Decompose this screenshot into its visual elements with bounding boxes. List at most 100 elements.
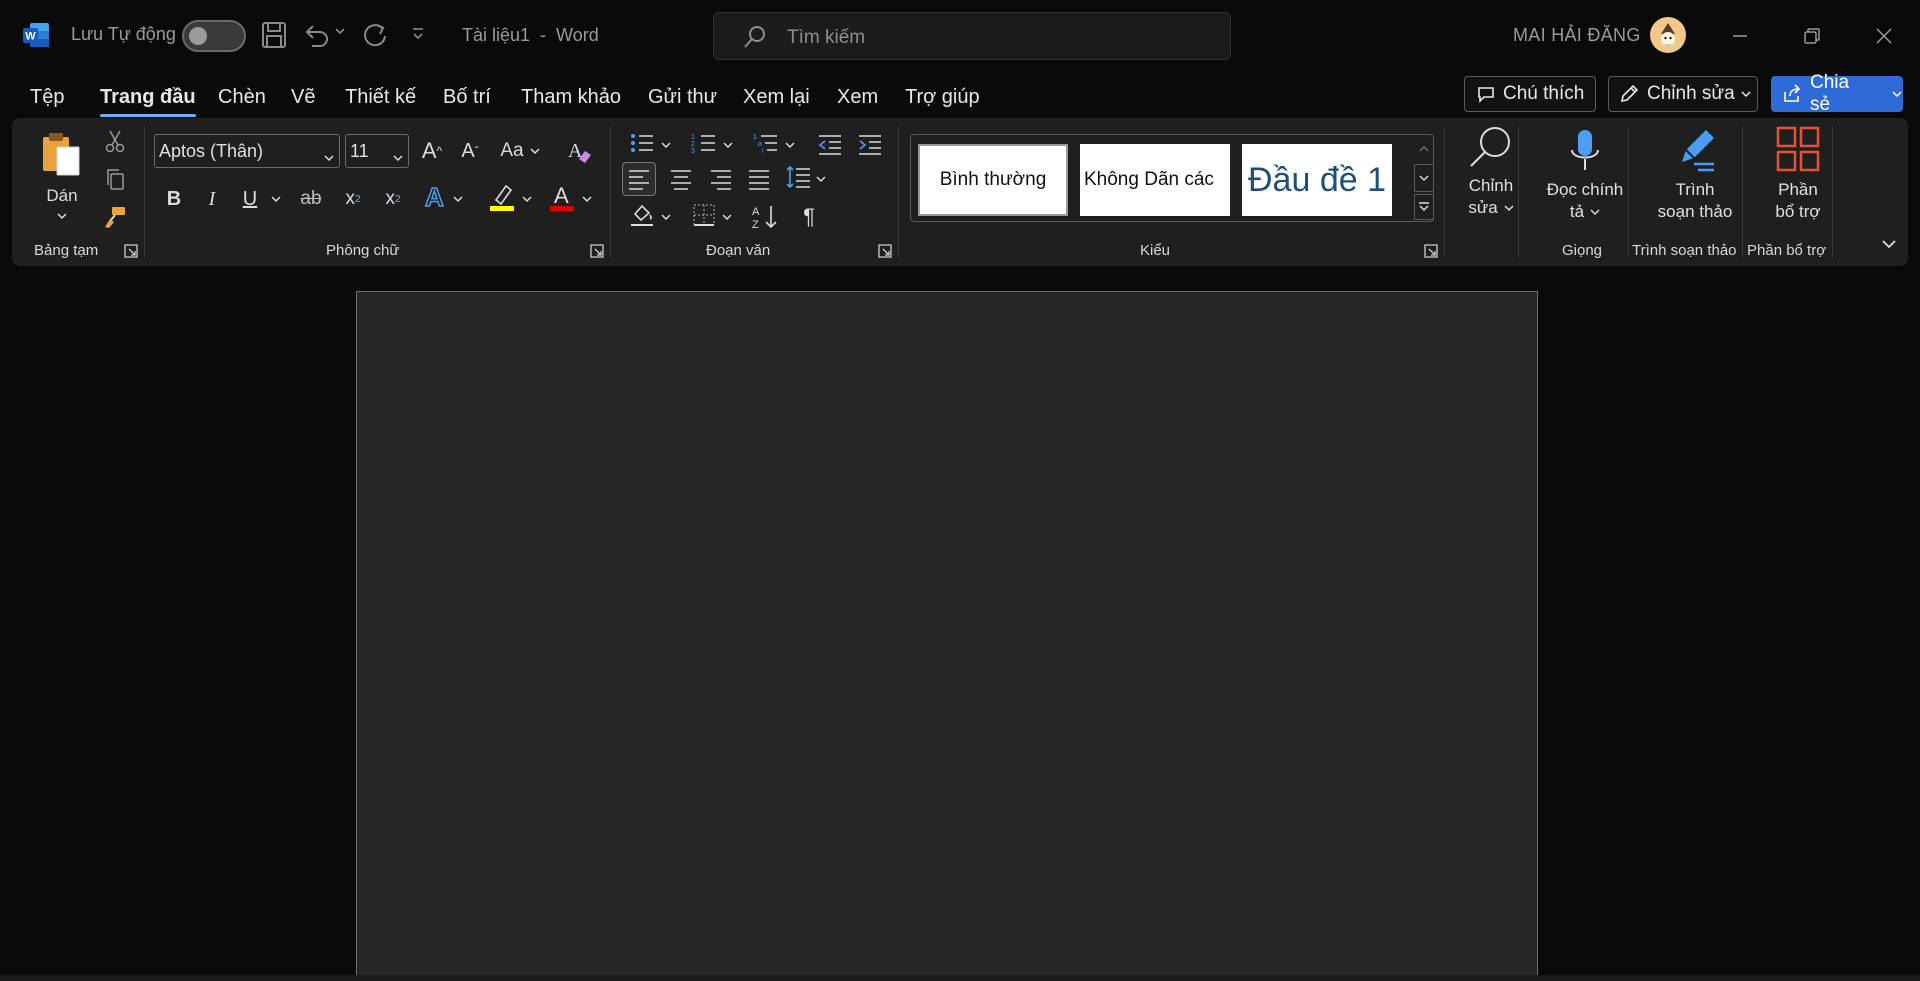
comments-button[interactable]: Chú thích [1464,76,1596,112]
subscript-icon[interactable]: x2 [338,182,368,216]
numbered-list-icon: 123 [691,131,717,160]
tab-draw[interactable]: Vẽ [291,86,315,109]
ribbon-collapse-icon[interactable] [1876,234,1902,254]
highlighter-icon [488,182,516,217]
paste-options-dropdown[interactable] [52,208,72,224]
addins-button[interactable]: Phần bổ trợ [1748,124,1848,236]
tab-design[interactable]: Thiết kế [345,86,416,109]
justify-icon[interactable] [742,162,776,196]
redo-icon[interactable] [360,20,390,50]
underline-dropdown-icon[interactable] [268,182,284,216]
chevron-down-icon [661,141,671,149]
undo-dropdown-icon[interactable] [334,27,346,37]
tab-mailings[interactable]: Gửi thư [648,86,717,109]
dictate-label-row: tả [1570,201,1600,223]
gallery-more-button[interactable] [1414,194,1434,220]
save-icon[interactable] [260,20,288,50]
superscript-icon[interactable]: x2 [378,182,408,216]
paint-bucket-icon [629,202,655,233]
font-color-button[interactable]: A [542,182,598,216]
styles-group-label: Kiểu [1140,242,1171,259]
clear-formatting-icon[interactable]: A [562,134,596,168]
voice-group-label: Giọng [1562,242,1603,259]
shading-button[interactable] [624,200,676,234]
svg-text:1: 1 [691,134,695,141]
addins-label-2: bổ trợ [1775,202,1821,221]
grow-font-icon[interactable]: A ^ [416,134,448,168]
underline-icon[interactable]: U [236,182,264,216]
borders-button[interactable] [686,200,738,234]
tab-review[interactable]: Xem lại [743,86,810,109]
bullets-button[interactable] [624,130,676,160]
italic-icon[interactable]: I [198,182,226,216]
font-name-value: Aptos (Thân) [159,140,264,161]
minimize-button[interactable] [1720,18,1760,54]
restore-button[interactable] [1792,18,1832,54]
change-case-button[interactable]: Aa [496,134,544,168]
font-name-combo[interactable]: Aptos (Thân) [154,134,340,168]
tab-home[interactable]: Trang đầu [100,86,196,117]
chevron-down-icon [816,175,826,183]
share-icon [1782,84,1802,104]
align-right-icon[interactable] [704,162,738,196]
svg-text:A: A [554,183,569,208]
tab-help[interactable]: Trợ giúp [905,86,980,109]
paragraph-launcher-icon[interactable] [878,244,892,258]
bold-icon[interactable]: B [160,182,188,216]
shrink-font-icon[interactable]: Aˇ [454,134,486,168]
align-left-icon[interactable] [622,162,656,196]
style-normal[interactable]: Bình thường [917,143,1069,217]
clipboard-launcher-icon[interactable] [124,244,138,258]
editor-button[interactable]: Trình soạn thảo [1632,124,1758,236]
font-color-icon: A [548,182,576,217]
undo-icon[interactable] [302,20,332,50]
strikethrough-icon[interactable]: ab [296,182,326,216]
numbering-button[interactable]: 123 [686,130,738,160]
svg-text:a: a [758,141,762,148]
share-dropdown-icon[interactable] [1892,90,1902,98]
gallery-scroll-down[interactable] [1414,164,1434,192]
styles-launcher-icon[interactable] [1424,244,1438,258]
copy-icon[interactable] [100,164,130,194]
search-box[interactable]: Tìm kiếm [713,12,1231,60]
cut-icon[interactable] [100,126,130,156]
decrease-indent-icon[interactable] [814,130,846,160]
editor-pen-icon [1670,124,1720,179]
tab-file[interactable]: Tệp [30,86,64,109]
sort-icon[interactable]: AZ [748,200,782,234]
editing-mode-button[interactable]: Chỉnh sửa [1608,76,1758,112]
dictate-button[interactable]: Đọc chính tả [1526,124,1644,236]
active-tab-indicator [100,114,196,117]
autosave-toggle[interactable] [182,20,246,52]
format-painter-icon[interactable] [100,202,130,232]
style-no-spacing[interactable]: Không Dãn các [1080,144,1230,216]
close-button[interactable] [1864,18,1904,54]
font-launcher-icon[interactable] [590,244,604,258]
autosave-label: Lưu Tự động [71,24,176,44]
paste-button[interactable]: Dán [38,126,86,210]
multilevel-list-button[interactable]: 1ai [748,130,800,160]
text-effects-button[interactable]: A [418,181,468,216]
font-size-combo[interactable]: 11 [345,134,409,168]
show-formatting-marks-icon[interactable]: ¶ [792,200,826,234]
increase-indent-icon[interactable] [854,130,886,160]
highlight-color-button[interactable] [482,182,538,216]
tab-insert[interactable]: Chèn [218,86,266,109]
tab-layout[interactable]: Bố trí [443,86,491,109]
document-title: Tài liệu1 - Word [462,25,599,45]
tab-references[interactable]: Tham khảo [521,86,621,109]
gallery-scroll-up[interactable] [1414,136,1434,162]
chevron-down-icon [530,147,540,155]
share-label: Chia sẻ [1810,72,1850,115]
customize-qat-icon[interactable] [410,26,426,42]
style-heading-1[interactable]: Đầu đề 1 [1242,144,1392,216]
align-center-icon[interactable] [664,162,698,196]
line-spacing-icon [786,165,812,194]
word-app-icon[interactable]: W [22,22,50,48]
line-spacing-button[interactable] [782,162,830,196]
document-page[interactable] [356,291,1538,981]
user-name[interactable]: MAI HẢI ĐĂNG [1513,25,1641,46]
share-button[interactable]: Chia sẻ [1771,72,1903,115]
tab-view[interactable]: Xem [837,86,878,109]
avatar[interactable] [1650,17,1686,53]
